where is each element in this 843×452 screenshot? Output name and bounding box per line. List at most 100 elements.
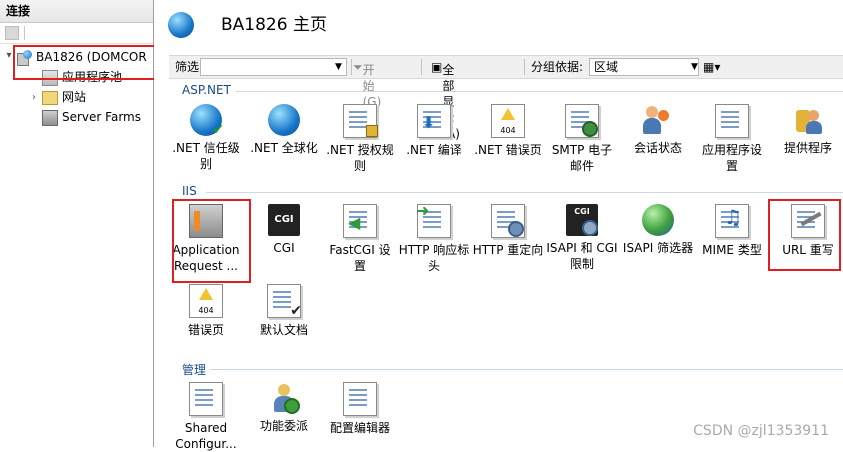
isapi-cgi-icon: CGI — [566, 204, 598, 236]
page-title: BA1826 主页 — [221, 15, 327, 35]
connections-toolbar — [0, 23, 153, 44]
feature-session-state[interactable]: 会话状态 — [620, 104, 696, 156]
group-by-value: 区域 — [594, 60, 619, 74]
feature-default-document[interactable]: ✔ 默认文档 — [246, 284, 322, 338]
feature-label: .NET 全球化 — [250, 141, 318, 155]
feature-delegation[interactable]: 功能委派 — [246, 382, 322, 434]
feature-label: ISAPI 和 CGI 限制 — [546, 241, 618, 271]
group-by-dropdown-icon[interactable]: ▼ — [691, 59, 698, 75]
section-divider — [236, 91, 843, 92]
filter-dropdown-icon[interactable]: ▼ — [335, 59, 342, 75]
feature-isapi-filters[interactable]: ISAPI 筛选器 — [620, 204, 696, 256]
globe-icon — [268, 104, 300, 136]
trust-globe-check-icon: ✔ — [190, 104, 224, 138]
app-settings-icon — [715, 104, 749, 138]
toolbar-separator — [524, 59, 525, 75]
feature-label: 功能委派 — [259, 419, 308, 433]
section-title-aspnet: ASP.NET — [182, 83, 231, 97]
config-editor-icon — [343, 382, 377, 416]
feature-label: .NET 授权规 则 — [326, 143, 394, 173]
feature-label: SMTP 电子 邮件 — [551, 143, 613, 173]
section-divider — [210, 369, 843, 370]
tree-item-server-farms[interactable]: Server Farms — [42, 107, 141, 127]
feature-providers[interactable]: 提供程序 — [770, 104, 843, 156]
isapi-filter-icon — [642, 204, 674, 236]
feature-globalization[interactable]: .NET 全球化 — [246, 104, 322, 156]
feature-shared-configuration[interactable]: Shared Configur... — [168, 382, 244, 452]
connect-icon[interactable] — [5, 26, 19, 40]
feature-label: 会话状态 — [633, 141, 682, 155]
feature-configuration-editor[interactable]: 配置编辑器 — [322, 382, 398, 436]
feature-label: MIME 类型 — [702, 243, 762, 257]
section-title-iis: IIS — [182, 184, 197, 198]
sites-folder-icon — [42, 90, 58, 105]
expand-chevron-icon[interactable]: › — [28, 92, 40, 103]
feature-label: 配置编辑器 — [329, 421, 390, 435]
feature-label: 错误页 — [187, 323, 224, 337]
section-divider — [206, 192, 843, 193]
group-by-label: 分组依据: — [531, 60, 584, 74]
feature-label: 应用程序设 置 — [701, 143, 762, 173]
session-state-icon — [642, 104, 674, 136]
highlight-box — [172, 199, 251, 283]
group-by-select[interactable]: 区域 — [589, 58, 699, 76]
authorization-lock-icon — [343, 104, 378, 138]
feature-isapi-cgi-restrictions[interactable]: CGI ISAPI 和 CGI 限制 — [544, 204, 620, 272]
fastcgi-icon: ◀ — [343, 204, 377, 238]
title-bar: BA1826 主页 — [154, 0, 843, 50]
highlight-box — [13, 45, 171, 80]
server-home-icon — [168, 12, 194, 38]
feature-cgi[interactable]: CGI CGI — [246, 204, 322, 256]
feature-delegation-icon — [268, 382, 300, 414]
feature-label: FastCGI 设 置 — [329, 243, 391, 273]
feature-label: CGI — [273, 241, 295, 255]
server-farms-icon — [42, 109, 58, 126]
filter-input[interactable] — [200, 58, 347, 76]
compile-icon: ⬇ — [417, 104, 451, 138]
providers-icon — [792, 104, 824, 136]
feature-http-response-headers[interactable]: ➜ HTTP 响应标 头 — [396, 203, 472, 274]
toolbar-separator — [24, 26, 25, 40]
feature-authorization[interactable]: .NET 授权规 则 — [322, 104, 398, 174]
highlight-box — [768, 199, 841, 271]
feature-error-pages[interactable]: 404 错误页 — [168, 284, 244, 338]
show-all-button[interactable]: ▣ 全部显示(A) — [431, 59, 460, 141]
section-title-management: 管理 — [182, 363, 207, 377]
smtp-email-icon — [565, 104, 599, 138]
feature-label: .NET 编译 — [406, 143, 462, 157]
feature-mime-types[interactable]: ♫ MIME 类型 — [694, 204, 770, 258]
feature-trust-level[interactable]: ✔ .NET 信任级 别 — [168, 104, 244, 172]
feature-label: ISAPI 筛选器 — [622, 241, 694, 255]
home-panel: BA1826 主页 筛选: ▼ ⏷ 开始(G) ▣ 全部显示(A) 分组依据: … — [154, 0, 843, 451]
connections-panel: 连接 ▾ BA1826 (DOMCOR 应用程序池 › 网站 Server Fa… — [0, 0, 171, 447]
error-page-404-icon: 404 — [491, 104, 525, 138]
feature-label: HTTP 响应标 头 — [398, 243, 470, 273]
http-headers-icon: ➜ — [416, 203, 451, 238]
error-page-404-icon: 404 — [189, 284, 223, 318]
default-document-icon: ✔ — [267, 284, 302, 319]
feature-label: 提供程序 — [783, 141, 832, 155]
cgi-icon: CGI — [268, 204, 300, 236]
connections-header: 连接 — [0, 0, 153, 23]
feature-compilation[interactable]: ⬇ .NET 编译 — [396, 104, 472, 158]
watermark: CSDN @zjl1353911 — [693, 423, 829, 439]
http-redirect-icon — [491, 204, 525, 238]
tree-item-label: 网站 — [62, 90, 87, 104]
feature-label: .NET 错误页 — [474, 143, 542, 157]
feature-http-redirect[interactable]: HTTP 重定向 — [470, 204, 546, 258]
filter-label: 筛选: — [175, 60, 204, 74]
toolbar-separator — [421, 59, 422, 75]
mime-types-icon: ♫ — [715, 204, 749, 238]
filter-toolbar: 筛选: ▼ ⏷ 开始(G) ▣ 全部显示(A) 分组依据: 区域 ▼ ▦▾ — [169, 55, 843, 141]
tree-item-sites[interactable]: 网站 — [42, 87, 86, 107]
feature-smtp-email[interactable]: SMTP 电子 邮件 — [544, 104, 620, 174]
feature-fastcgi[interactable]: ◀ FastCGI 设 置 — [322, 204, 398, 274]
toolbar-separator — [351, 59, 352, 75]
view-mode-icon[interactable]: ▦▾ — [703, 59, 720, 75]
feature-label: 默认文档 — [259, 323, 308, 337]
shared-config-icon — [189, 382, 223, 416]
start-filter-button[interactable]: ⏷ 开始(G) — [353, 59, 381, 109]
feature-error-pages-net[interactable]: 404 .NET 错误页 — [470, 104, 546, 158]
feature-label: HTTP 重定向 — [472, 243, 544, 257]
feature-app-settings[interactable]: 应用程序设 置 — [694, 104, 770, 174]
